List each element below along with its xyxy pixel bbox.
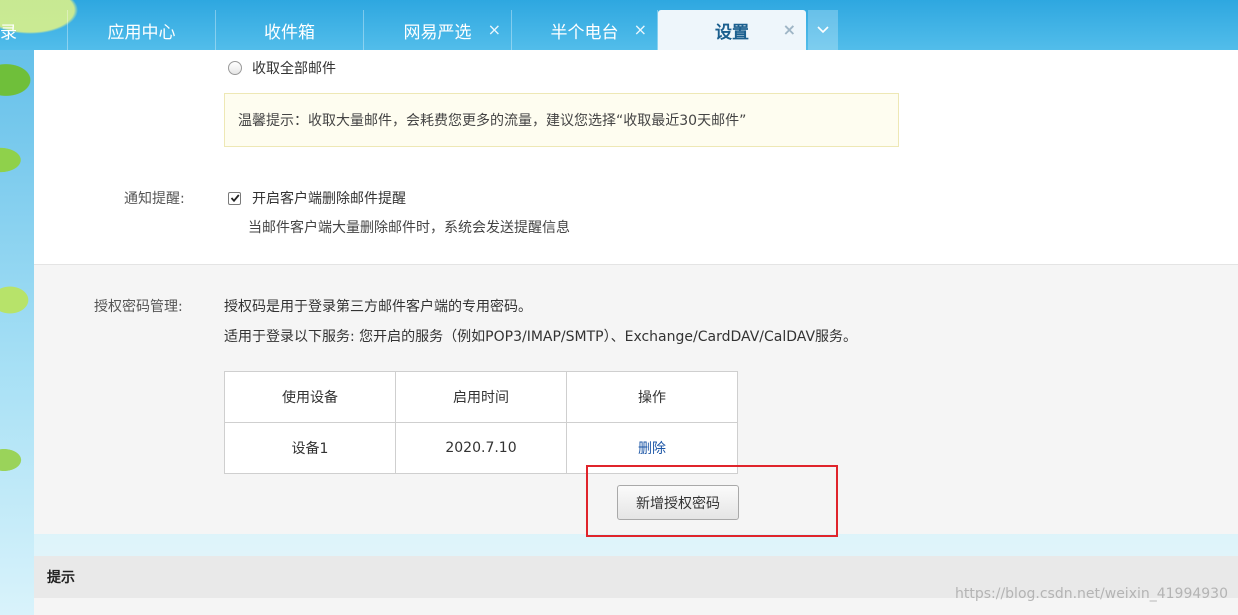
- tab-yanxuan[interactable]: 网易严选 ×: [364, 10, 512, 50]
- tab-more-button[interactable]: [808, 10, 838, 50]
- date-cell: 2020.7.10: [395, 422, 567, 474]
- highlight-box: [586, 465, 838, 537]
- device-cell: 设备1: [224, 422, 396, 474]
- checkmark-icon: [230, 194, 239, 203]
- tab-label: 录: [0, 22, 17, 43]
- delete-link[interactable]: 删除: [638, 441, 666, 457]
- tab-app-center[interactable]: 应用中心: [68, 10, 216, 50]
- auth-services: 适用于登录以下服务: 您开启的服务（例如POP3/IMAP/SMTP）、Exch…: [224, 329, 858, 345]
- tab-label: 收件箱: [264, 22, 315, 43]
- auth-description: 授权码是用于登录第三方邮件客户端的专用密码。: [224, 299, 532, 315]
- column-header: 操作: [566, 371, 738, 423]
- tab-login[interactable]: 录: [0, 10, 68, 50]
- chevron-down-icon: [817, 26, 829, 34]
- tab-label: 设置: [715, 22, 749, 43]
- tip-box: 温馨提示：收取大量邮件，会耗费您更多的流量，建议您选择“收取最近30天邮件”: [224, 93, 899, 147]
- hint-title: 提示: [47, 570, 75, 586]
- notify-label: 通知提醒:: [124, 191, 185, 207]
- auth-label: 授权密码管理:: [94, 299, 183, 315]
- tab-settings[interactable]: 设置 ×: [658, 10, 806, 50]
- checkbox-label: 开启客户端删除邮件提醒: [252, 191, 406, 207]
- checkbox[interactable]: [228, 191, 241, 205]
- radio-label: 收取全部邮件: [252, 61, 336, 77]
- settings-panel: 收取全部邮件 温馨提示：收取大量邮件，会耗费您更多的流量，建议您选择“收取最近3…: [34, 50, 1238, 534]
- watermark: https://blog.csdn.net/weixin_41994930: [954, 586, 1228, 602]
- tab-radio[interactable]: 半个电台 ×: [512, 10, 658, 50]
- column-header: 启用时间: [395, 371, 567, 423]
- tab-close-icon[interactable]: ×: [783, 20, 796, 39]
- receive-notify-section: [34, 50, 1238, 265]
- auth-table: 使用设备 启用时间 操作 设备1 2020.7.10 删除: [224, 371, 738, 474]
- column-header: 使用设备: [224, 371, 396, 423]
- tab-bar: 录 应用中心 收件箱 网易严选 × 半个电台 × 设置 ×: [0, 0, 1238, 50]
- tab-label: 网易严选: [403, 22, 472, 43]
- tip-text: 温馨提示：收取大量邮件，会耗费您更多的流量，建议您选择“收取最近30天邮件”: [238, 113, 747, 129]
- radio-button[interactable]: [228, 61, 242, 75]
- notify-option[interactable]: 开启客户端删除邮件提醒: [228, 188, 406, 208]
- tab-inbox[interactable]: 收件箱: [216, 10, 364, 50]
- tab-close-icon[interactable]: ×: [634, 20, 647, 39]
- background-decoration: [0, 0, 34, 615]
- tab-close-icon[interactable]: ×: [488, 20, 501, 39]
- notify-note: 当邮件客户端大量删除邮件时，系统会发送提醒信息: [248, 220, 570, 236]
- table-header-row: 使用设备 启用时间 操作: [224, 371, 738, 423]
- receive-all-option[interactable]: 收取全部邮件: [228, 58, 336, 78]
- tab-label: 半个电台: [550, 22, 619, 43]
- tab-label: 应用中心: [107, 22, 176, 43]
